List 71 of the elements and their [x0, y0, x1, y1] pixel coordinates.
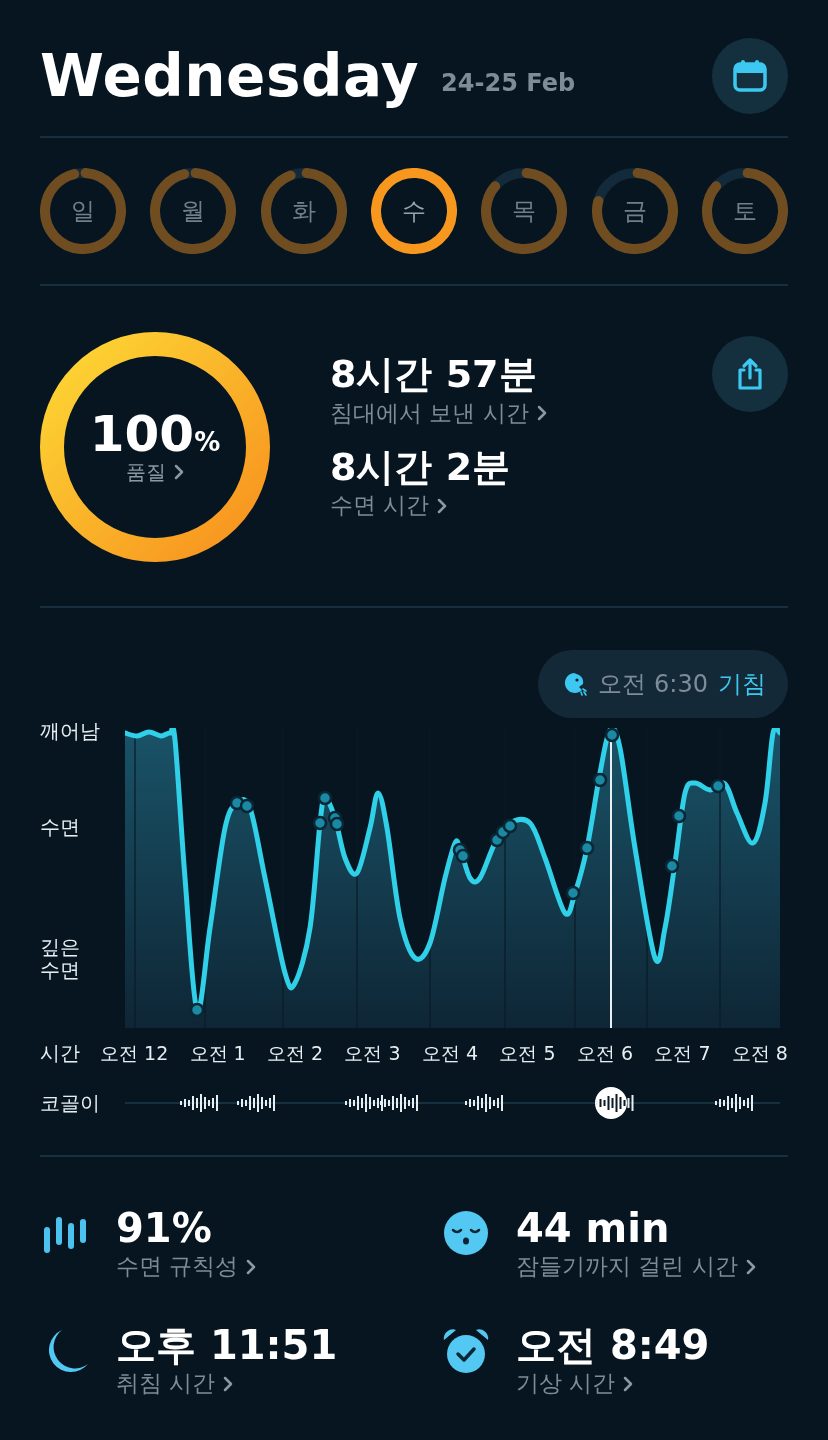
time-label: 오전 1	[189, 1040, 246, 1066]
snore-label: 코골이	[40, 1089, 101, 1117]
coughing-face-icon	[562, 671, 589, 697]
chevron-icon	[437, 497, 448, 514]
day-ring[interactable]: 토	[701, 168, 788, 254]
event-dot	[455, 848, 471, 864]
snore-waveform[interactable]	[237, 1094, 275, 1112]
event-dot	[592, 772, 608, 788]
time-label: 오전 5	[499, 1040, 556, 1066]
stat-value: 오후 11:51	[116, 1322, 338, 1368]
stat-value: 44 min	[516, 1205, 671, 1251]
time-label: 오전 4	[421, 1040, 479, 1066]
event-dot	[502, 818, 518, 834]
axis-label: 수면	[40, 816, 81, 839]
stat-label[interactable]: 수면 규칙성	[116, 1251, 239, 1282]
day-ring[interactable]: 월	[150, 168, 237, 254]
snore-waveform[interactable]	[465, 1094, 503, 1112]
stat-label[interactable]: 잠들기까지 걸린 시간	[516, 1251, 738, 1282]
chevron-icon	[246, 1258, 257, 1275]
snore-waveform[interactable]	[380, 1094, 418, 1112]
day-ring[interactable]: 금	[591, 168, 678, 254]
time-label: 오전 3	[344, 1040, 401, 1066]
event-dot	[710, 778, 726, 794]
quality-label: 품질	[126, 458, 166, 486]
chevron-icon	[223, 1375, 234, 1392]
event-dot	[579, 840, 595, 856]
chevron-icon	[536, 405, 547, 422]
event-dot	[565, 885, 581, 901]
event-dot	[312, 815, 328, 831]
axis-title: 시간	[40, 1040, 81, 1067]
time-label: 오전 12	[100, 1040, 169, 1066]
stat-value: 오전 8:49	[516, 1322, 710, 1368]
event-dot	[329, 816, 345, 832]
chevron-icon	[745, 1258, 756, 1275]
event-dot	[229, 795, 245, 811]
event-dot	[664, 858, 680, 874]
event-dot	[317, 790, 333, 806]
duration-value: 8시간 57분	[330, 352, 538, 398]
stat-label[interactable]: 기상 시간	[516, 1368, 616, 1399]
quality-score: 100%	[89, 408, 221, 459]
day-ring[interactable]: 목	[481, 168, 568, 254]
day-ring[interactable]: 일	[40, 168, 126, 254]
time-label: 오전 2	[267, 1040, 324, 1066]
time-label: 오전 7	[654, 1040, 711, 1066]
chevron-icon	[623, 1375, 634, 1392]
selected-snore-marker[interactable]	[595, 1087, 634, 1119]
day-title: Wednesday	[40, 42, 420, 110]
time-label: 오전 6	[576, 1040, 634, 1066]
stat-value: 91%	[116, 1205, 213, 1251]
duration-value: 8시간 2분	[330, 444, 512, 491]
snore-waveform[interactable]	[345, 1094, 383, 1112]
stat-label[interactable]: 취침 시간	[116, 1368, 216, 1399]
snore-waveform[interactable]	[180, 1094, 218, 1112]
day-ring[interactable]: 화	[260, 168, 347, 254]
date-range: 24-25 Feb	[441, 69, 577, 97]
chevron-icon	[174, 464, 184, 480]
event-dot	[239, 798, 255, 814]
cough-event-pill[interactable]: 오전 6:30 기침	[538, 650, 788, 718]
event-label: 기침	[718, 669, 766, 700]
event-dot	[189, 1002, 205, 1018]
axis-label: 깊은 수면	[40, 936, 81, 982]
duration-label[interactable]: 수면 시간	[330, 490, 430, 522]
event-time: 오전 6:30	[598, 669, 708, 700]
calendar-icon	[731, 57, 769, 95]
day-ring[interactable]: 수	[371, 168, 457, 254]
quality-ring[interactable]: 100% 품질	[40, 332, 270, 562]
event-dot	[671, 808, 687, 824]
snore-waveform[interactable]	[715, 1094, 753, 1112]
time-label: 오전 8	[731, 1040, 788, 1066]
duration-label[interactable]: 침대에서 보낸 시간	[330, 397, 529, 429]
axis-label: 깨어남	[40, 720, 101, 743]
